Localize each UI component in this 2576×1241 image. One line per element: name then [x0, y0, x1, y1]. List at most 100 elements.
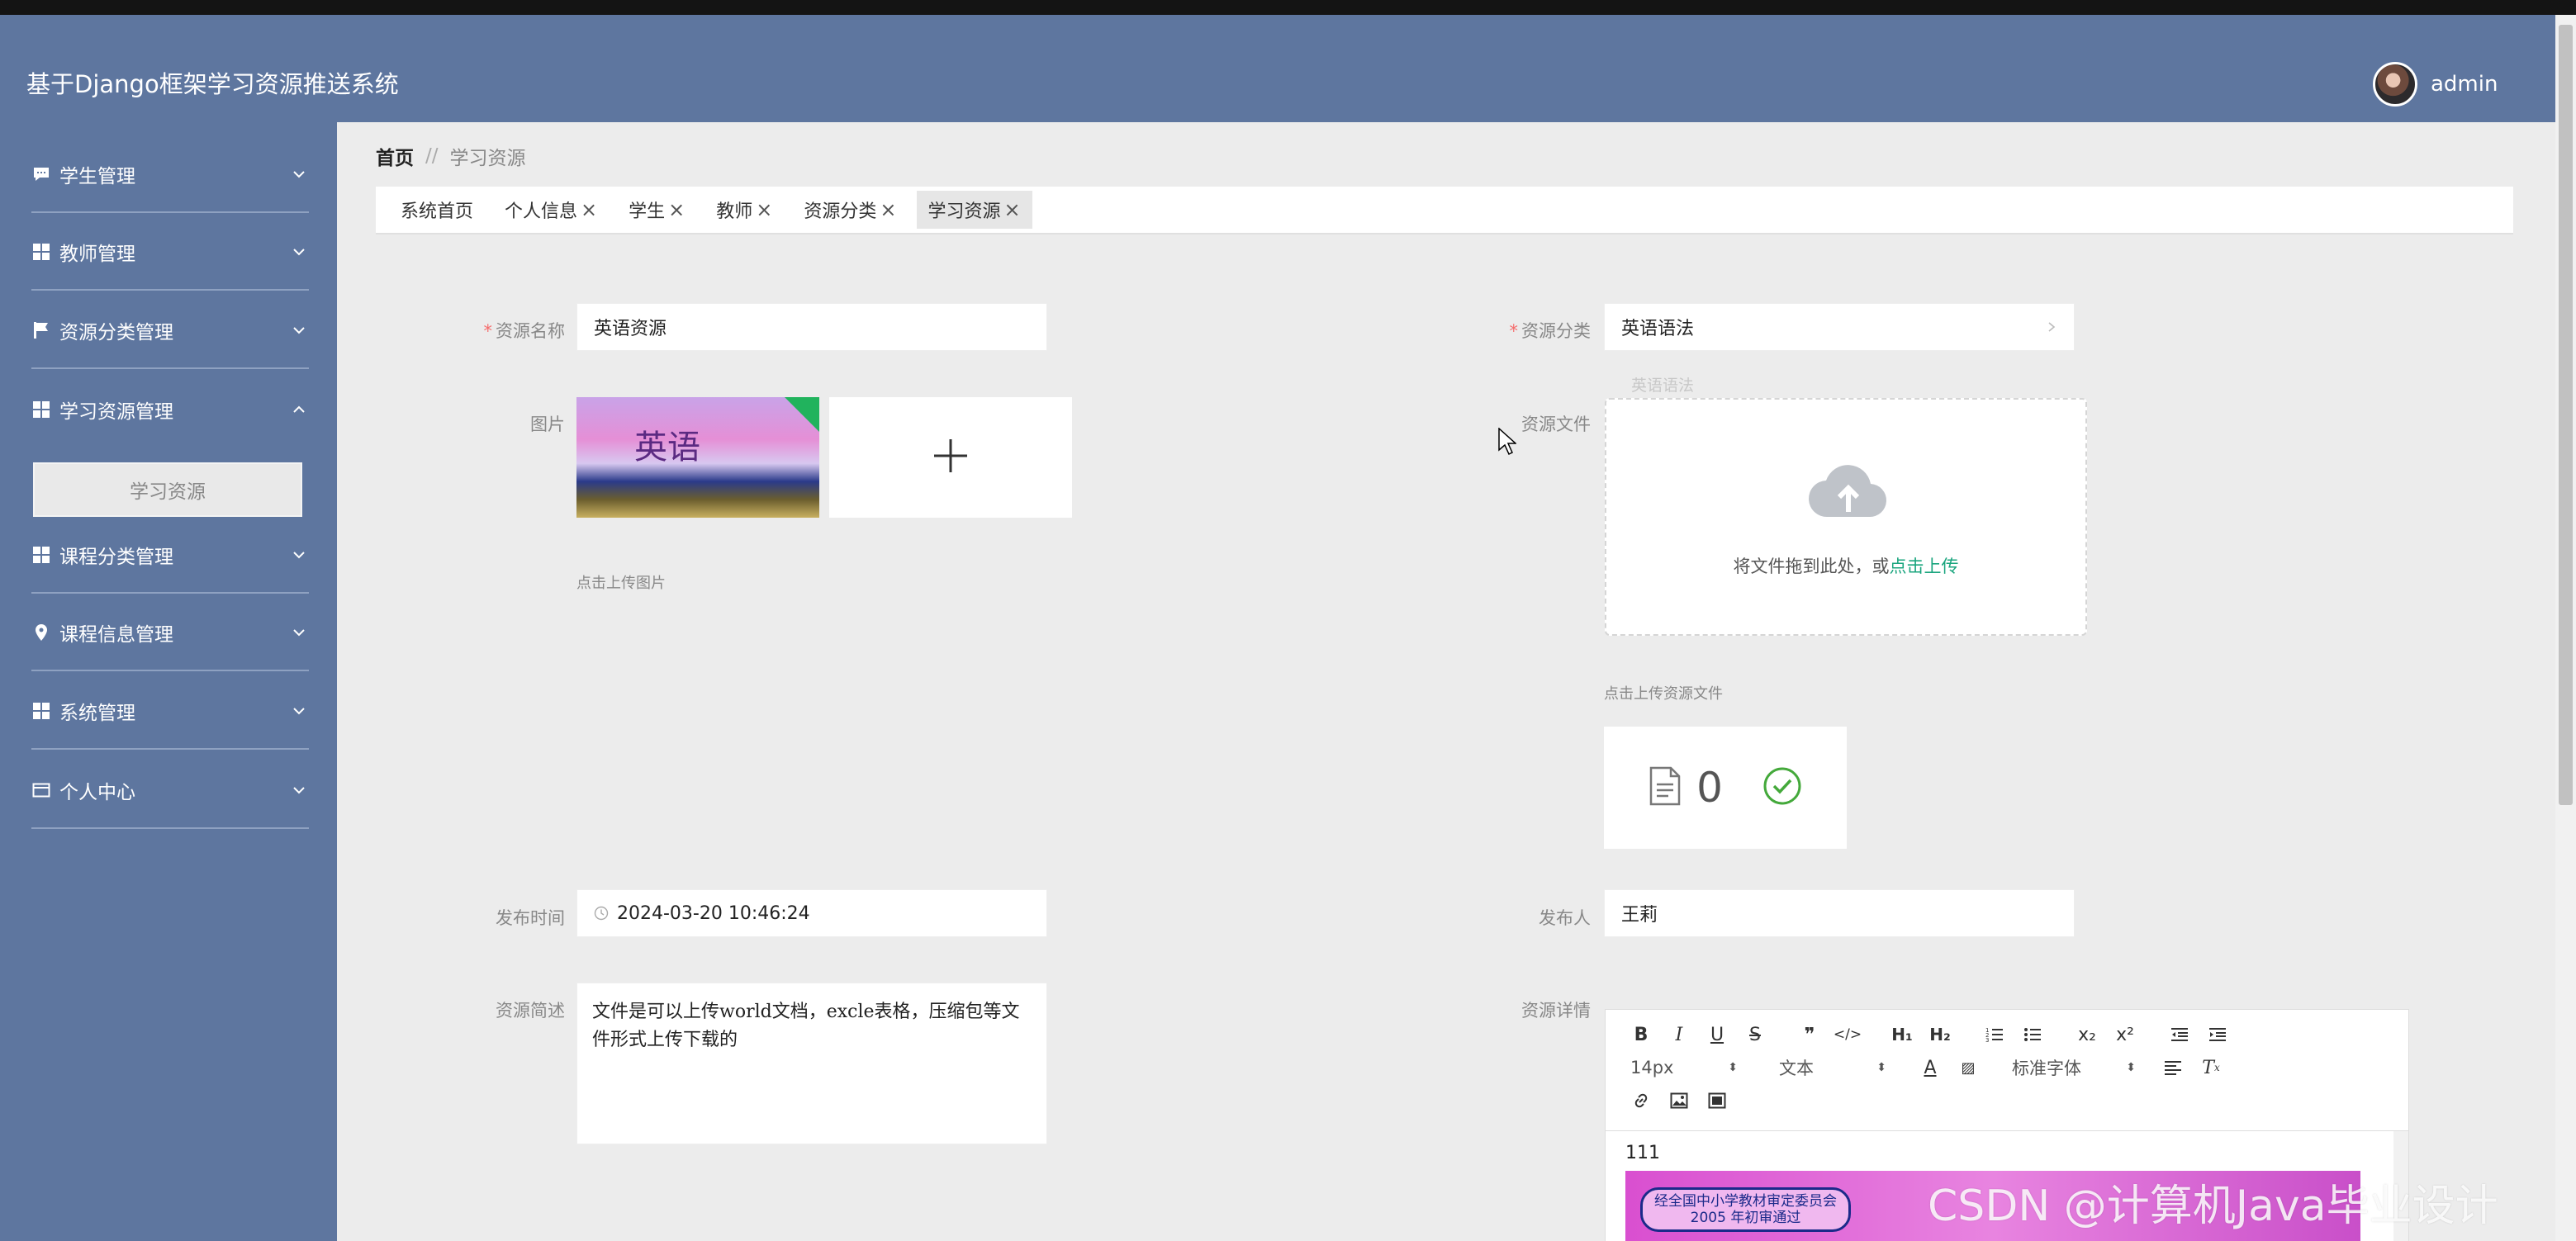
align-icon[interactable]: [2154, 1053, 2192, 1082]
sidebar-item-course-category-management[interactable]: 课程分类管理: [31, 518, 309, 594]
summary-label: 资源简述: [496, 1001, 565, 1021]
sidebar-item-student-management[interactable]: 学生管理: [31, 137, 309, 213]
chevron-down-icon: [289, 242, 309, 262]
check-circle-icon: [1762, 766, 1802, 809]
breadcrumb-current: 学习资源: [449, 148, 526, 169]
sidebar-item-personal-center[interactable]: 个人中心: [31, 753, 309, 829]
tab-student[interactable]: 学生 ×: [617, 191, 696, 229]
publisher-input[interactable]: 王莉: [1604, 889, 2075, 937]
image-label: 图片: [530, 414, 565, 434]
image-upload-button[interactable]: [829, 397, 1072, 518]
code-icon[interactable]: </>: [1829, 1020, 1867, 1049]
breadcrumb: 首页 // 学习资源: [376, 142, 526, 170]
background-color-icon[interactable]: ▨: [1949, 1053, 1987, 1082]
italic-icon[interactable]: I: [1660, 1020, 1698, 1049]
required-mark: *: [1509, 321, 1519, 341]
sidebar-item-course-info-management[interactable]: 课程信息管理: [31, 595, 309, 671]
sidebar-item-teacher-management[interactable]: 教师管理: [31, 215, 309, 291]
underline-icon[interactable]: U: [1698, 1020, 1736, 1049]
video-icon[interactable]: [1698, 1086, 1736, 1115]
image-icon[interactable]: [1660, 1086, 1698, 1115]
editor-toolbar: B I U S ❞ </> H₁ H₂ 123 x₂ x² 14px ⬍ 文本 ⬍ …: [1606, 1010, 2408, 1130]
uploaded-file-card[interactable]: 0: [1604, 727, 1847, 849]
link-icon[interactable]: [1622, 1086, 1660, 1115]
image-cover-text: 英语: [634, 429, 700, 467]
sidebar-item-label: 系统管理: [59, 703, 135, 724]
resource-category-label: * 资源分类: [1509, 321, 1592, 341]
chevron-down-icon: [289, 164, 309, 184]
publish-time-input[interactable]: 2024-03-20 10:46:24: [576, 889, 1047, 937]
screen-top-bar: [0, 0, 2576, 15]
location-icon: [31, 623, 51, 642]
card-icon: [31, 780, 51, 800]
subscript-icon[interactable]: x₂: [2068, 1020, 2106, 1049]
tab-bar: 系统首页 个人信息 × 学生 × 教师 × 资源分类 × 学习资源 ×: [376, 187, 2513, 234]
heading-2-icon[interactable]: H₂: [1921, 1020, 1959, 1049]
font-size-select[interactable]: 14px ⬍: [1622, 1053, 1746, 1082]
svg-text:3: 3: [1985, 1037, 1989, 1043]
close-icon[interactable]: ×: [581, 198, 597, 221]
close-icon[interactable]: ×: [756, 198, 772, 221]
publish-time-label: 发布时间: [496, 908, 565, 928]
tab-teacher[interactable]: 教师 ×: [704, 191, 784, 229]
uploaded-image-thumbnail[interactable]: 英语: [576, 397, 819, 518]
tab-personal-info[interactable]: 个人信息 ×: [493, 191, 609, 229]
editor-toolbar-row-1: B I U S ❞ </> H₁ H₂ 123 x₂ x²: [1622, 1020, 2237, 1049]
tab-label: 教师: [716, 201, 753, 222]
sidebar-item-learning-resource-management[interactable]: 学习资源管理: [31, 372, 309, 448]
close-icon[interactable]: ×: [880, 198, 896, 221]
sidebar-item-resource-category-management[interactable]: 资源分类管理: [31, 293, 309, 369]
user-menu[interactable]: admin: [2373, 61, 2498, 107]
bullet-list-icon[interactable]: [2014, 1020, 2052, 1049]
chat-icon: [31, 164, 51, 184]
text-type-select[interactable]: 文本 ⬍: [1771, 1053, 1895, 1082]
username[interactable]: admin: [2431, 72, 2498, 97]
upload-success-corner: [785, 397, 819, 432]
tab-system-home[interactable]: 系统首页: [389, 191, 485, 229]
breadcrumb-separator: //: [425, 145, 439, 167]
superscript-icon[interactable]: x²: [2106, 1020, 2144, 1049]
ordered-list-icon[interactable]: 123: [1976, 1020, 2014, 1049]
tab-learning-resource[interactable]: 学习资源 ×: [916, 191, 1032, 229]
chevron-down-icon: [289, 780, 309, 800]
sidebar-item-label: 学生管理: [59, 166, 135, 187]
resource-name-input[interactable]: 英语资源: [576, 303, 1047, 351]
font-family-select[interactable]: 标准字体 ⬍: [2004, 1053, 2144, 1082]
sidebar-item-label: 教师管理: [59, 244, 135, 265]
file-upload-hint: 点击上传资源文件: [1604, 685, 1723, 703]
file-dropzone[interactable]: 将文件拖到此处，或点击上传: [1605, 398, 2087, 636]
grid-icon: [31, 701, 51, 721]
quote-icon[interactable]: ❞: [1791, 1020, 1829, 1049]
chevron-down-icon: [289, 545, 309, 565]
tab-label: 学生: [629, 201, 666, 222]
detail-label: 资源详情: [1521, 1001, 1591, 1021]
avatar[interactable]: [2373, 62, 2417, 107]
sidebar-subitem-learning-resource[interactable]: 学习资源: [33, 462, 302, 517]
sidebar-item-system-management[interactable]: 系统管理: [31, 674, 309, 750]
breadcrumb-home[interactable]: 首页: [376, 142, 414, 170]
indent-icon[interactable]: [2199, 1020, 2237, 1049]
clear-format-icon[interactable]: Tx: [2192, 1053, 2230, 1082]
font-color-icon[interactable]: A: [1911, 1053, 1949, 1082]
sidebar-item-label: 个人中心: [59, 782, 135, 803]
tab-label: 学习资源: [927, 201, 1001, 222]
sidebar-item-label: 学习资源管理: [59, 401, 173, 423]
heading-1-icon[interactable]: H₁: [1883, 1020, 1921, 1049]
close-icon[interactable]: ×: [668, 198, 685, 221]
plus-icon: [931, 436, 970, 479]
sidebar-item-label: 课程分类管理: [59, 547, 173, 568]
click-upload-link[interactable]: 点击上传: [1890, 557, 1959, 576]
summary-textarea[interactable]: 文件是可以上传world文档，excle表格，压缩包等文件形式上传下载的: [576, 983, 1047, 1144]
tab-label: 个人信息: [505, 201, 578, 222]
bold-icon[interactable]: B: [1622, 1020, 1660, 1049]
strikethrough-icon[interactable]: S: [1736, 1020, 1774, 1049]
grid-icon: [31, 242, 51, 262]
tab-resource-category[interactable]: 资源分类 ×: [792, 191, 908, 229]
editor-text: 111: [1625, 1143, 1660, 1163]
sidebar-item-label: 资源分类管理: [59, 322, 173, 343]
resource-category-select[interactable]: 英语语法: [1604, 303, 2075, 351]
outdent-icon[interactable]: [2161, 1020, 2199, 1049]
close-icon[interactable]: ×: [1004, 198, 1021, 221]
flag-icon: [31, 320, 51, 340]
page-scrollbar-thumb[interactable]: [2559, 25, 2573, 805]
